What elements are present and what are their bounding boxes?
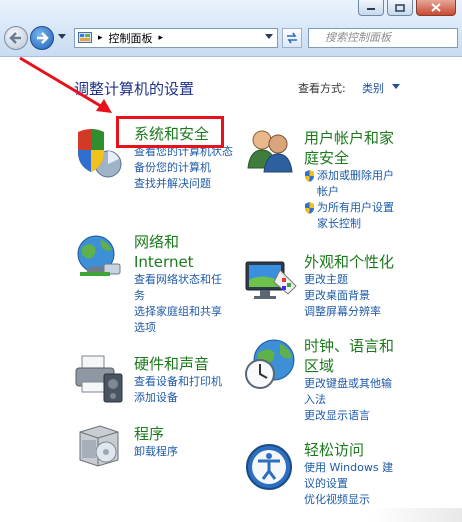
maximize-button[interactable] xyxy=(387,0,413,16)
link-view-network-status-cont[interactable]: 务 xyxy=(134,288,222,304)
link-homegroup-sharing[interactable]: 选择家庭组和共享 xyxy=(134,304,222,320)
appearance-title[interactable]: 外观和个性化 xyxy=(304,252,394,272)
category-network: 网络和 Internet 查看网络状态和任 务 选择家庭组和共享 选项 xyxy=(134,232,222,336)
link-add-remove-user-cont[interactable]: 帐户 xyxy=(317,184,394,200)
window-controls xyxy=(358,0,456,16)
link-devices-printers[interactable]: 查看设备和打印机 xyxy=(134,374,222,390)
page-title: 调整计算机的设置 xyxy=(74,80,195,98)
link-homegroup-sharing-cont[interactable]: 选项 xyxy=(134,320,222,336)
link-view-network-status[interactable]: 查看网络状态和任 xyxy=(134,272,222,288)
control-panel-icon xyxy=(78,32,92,43)
link-windows-recommended-settings-cont[interactable]: 议的设置 xyxy=(304,476,393,492)
uac-shield-icon xyxy=(305,170,314,182)
breadcrumb-control-panel[interactable]: 控制面板 xyxy=(109,30,153,46)
network-title-line2[interactable]: Internet xyxy=(134,252,222,272)
network-title-line1[interactable]: 网络和 xyxy=(134,232,222,252)
highlight-box xyxy=(116,116,224,148)
minimize-icon xyxy=(367,7,375,10)
link-add-remove-user[interactable]: 添加或删除用户 xyxy=(317,168,394,184)
programs-title[interactable]: 程序 xyxy=(134,424,178,444)
search-input[interactable]: 搜索控制面板 xyxy=(308,28,458,48)
link-parental-controls-cont[interactable]: 家长控制 xyxy=(317,216,394,232)
view-by-select[interactable]: 类别 xyxy=(362,80,384,96)
address-dropdown-icon[interactable] xyxy=(265,34,273,40)
ease-of-access-icon[interactable] xyxy=(244,442,294,492)
chevron-down-icon[interactable] xyxy=(392,84,400,89)
category-user-accounts: 用户帐户和家 庭安全 添加或删除用户 帐户 为所有用户设置 家长控制 xyxy=(304,128,394,232)
arrow-left-icon xyxy=(9,32,21,44)
users-icon[interactable] xyxy=(244,126,294,174)
link-uninstall-program[interactable]: 卸载程序 xyxy=(134,444,178,460)
hardware-sound-title[interactable]: 硬件和声音 xyxy=(134,354,222,374)
clock-region-title-line1[interactable]: 时钟、语言和 xyxy=(304,336,394,356)
navigation-bar: ▸ 控制面板 ▸ 搜索控制面板 xyxy=(0,0,462,57)
maximize-icon xyxy=(395,3,405,12)
close-button[interactable] xyxy=(416,0,456,16)
user-accounts-title-line2[interactable]: 庭安全 xyxy=(304,148,394,168)
ease-of-access-title[interactable]: 轻松访问 xyxy=(304,440,393,460)
link-change-display-language[interactable]: 更改显示语言 xyxy=(304,408,394,424)
minimize-button[interactable] xyxy=(358,0,384,16)
link-change-keyboard-cont[interactable]: 入法 xyxy=(304,392,394,408)
address-bar[interactable]: ▸ 控制面板 ▸ xyxy=(74,28,278,48)
recent-pages-dropdown[interactable] xyxy=(58,34,66,40)
link-parental-controls[interactable]: 为所有用户设置 xyxy=(317,200,394,216)
user-accounts-title-line1[interactable]: 用户帐户和家 xyxy=(304,128,394,148)
search-placeholder: 搜索控制面板 xyxy=(325,31,391,44)
arrow-right-icon xyxy=(37,32,49,44)
view-by-label: 查看方式: xyxy=(298,82,346,95)
clock-region-title-line2[interactable]: 区域 xyxy=(304,356,394,376)
link-troubleshoot[interactable]: 查找并解决问题 xyxy=(134,176,233,192)
programs-box-icon[interactable] xyxy=(76,422,122,470)
category-hardware-sound: 硬件和声音 查看设备和打印机 添加设备 xyxy=(134,354,222,406)
link-adjust-resolution[interactable]: 调整屏幕分辨率 xyxy=(304,304,394,320)
forward-button[interactable] xyxy=(30,26,54,50)
back-button[interactable] xyxy=(4,26,28,50)
security-shield-icon[interactable] xyxy=(74,126,122,178)
link-change-theme[interactable]: 更改主题 xyxy=(304,272,394,288)
refresh-button[interactable] xyxy=(282,28,302,48)
breadcrumb-separator: ▸ xyxy=(98,33,103,43)
network-globe-icon[interactable] xyxy=(74,234,124,282)
link-optimize-visual-display[interactable]: 优化视频显示 xyxy=(304,492,393,508)
link-change-desktop-background[interactable]: 更改桌面背景 xyxy=(304,288,394,304)
close-icon xyxy=(431,3,441,12)
link-change-keyboard[interactable]: 更改键盘或其他输 xyxy=(304,376,394,392)
printer-icon[interactable] xyxy=(74,354,124,404)
category-programs: 程序 卸载程序 xyxy=(134,424,178,460)
link-backup-computer[interactable]: 备份您的计算机 xyxy=(134,160,233,176)
uac-shield-icon xyxy=(305,202,314,214)
category-clock-region: 时钟、语言和 区域 更改键盘或其他输 入法 更改显示语言 xyxy=(304,336,394,424)
clock-globe-icon[interactable] xyxy=(244,338,296,390)
category-ease-of-access: 轻松访问 使用 Windows 建 议的设置 优化视频显示 xyxy=(304,440,393,508)
monitor-palette-icon[interactable] xyxy=(244,256,298,302)
refresh-icon xyxy=(287,32,297,44)
breadcrumb-separator: ▸ xyxy=(158,33,164,43)
link-add-device[interactable]: 添加设备 xyxy=(134,390,222,406)
link-windows-recommended-settings[interactable]: 使用 Windows 建 xyxy=(304,460,393,476)
category-appearance: 外观和个性化 更改主题 更改桌面背景 调整屏幕分辨率 xyxy=(304,252,394,320)
watermark xyxy=(372,508,462,522)
